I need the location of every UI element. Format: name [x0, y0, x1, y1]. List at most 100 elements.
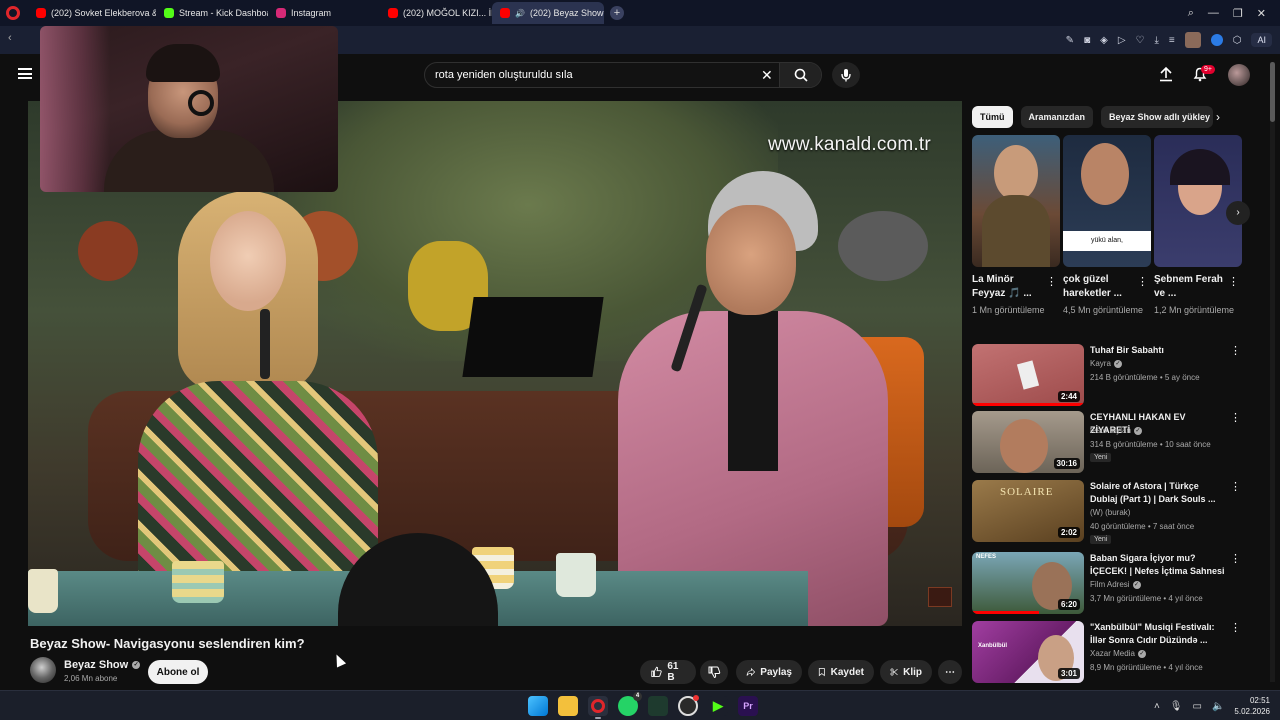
camera-icon[interactable]: ◙: [1084, 35, 1090, 46]
video-title[interactable]: "Xanbülbül" Musiqi Festivalı: İllər Sonr…: [1090, 621, 1228, 647]
video-thumbnail[interactable]: Xanbülbül 3:01: [972, 621, 1084, 683]
volume-icon[interactable]: 🔈: [1212, 701, 1224, 712]
display-icon[interactable]: ▭: [1193, 701, 1202, 712]
terminal-icon[interactable]: [648, 696, 668, 716]
video-channel-row[interactable]: testo taylan ✓: [1090, 426, 1142, 435]
browser-tab-active[interactable]: 🔊 (202) Beyaz Show- Na: [492, 2, 604, 24]
save-button[interactable]: Kaydet: [808, 660, 874, 684]
short-item[interactable]: yükü alan, çok güzel hareketler ... 4,5 …: [1063, 135, 1151, 317]
channel-name-row[interactable]: Beyaz Show ✓: [64, 659, 141, 671]
chevron-up-icon[interactable]: ˄: [1154, 701, 1160, 712]
browser-tab[interactable]: (202) Sovket Elekberova &: [28, 2, 156, 24]
recommended-video[interactable]: Xanbülbül 3:01 "Xanbülbül" Musiqi Festiv…: [972, 621, 1242, 685]
windows-start-icon[interactable]: [528, 696, 548, 716]
play-icon[interactable]: ▷: [1118, 35, 1126, 46]
video-channel[interactable]: Xazar Media: [1090, 649, 1135, 658]
video-channel-row[interactable]: Xazar Media ✓: [1090, 649, 1146, 658]
share-button[interactable]: Paylaş: [736, 660, 802, 684]
video-channel-row[interactable]: Film Adresi ✓: [1090, 580, 1141, 589]
premiere-pro-icon[interactable]: Pr: [738, 696, 758, 716]
short-item[interactable]: La Minör Feyyaz 🎵 ... 1 Mn görüntüleme ⋮: [972, 135, 1060, 317]
channel-avatar[interactable]: [30, 657, 56, 683]
video-channel-row[interactable]: Kayra ✓: [1090, 359, 1122, 368]
ai-button[interactable]: AI: [1251, 33, 1272, 47]
recommended-video[interactable]: SOLAIRE 2:02 Solaire of Astora | Türkçe …: [972, 480, 1242, 544]
video-channel[interactable]: Kayra: [1090, 359, 1111, 368]
video-channel[interactable]: testo taylan: [1090, 426, 1131, 435]
more-vertical-icon[interactable]: ⋮: [1230, 552, 1241, 565]
video-title[interactable]: Baban Sigara İçiyor mu? İÇECEK! | Nefes …: [1090, 552, 1228, 578]
short-thumbnail[interactable]: [972, 135, 1060, 267]
page-scrollbar[interactable]: [1270, 62, 1275, 682]
system-clock[interactable]: 02:51 5.02.2026: [1234, 695, 1270, 717]
chip-from-search[interactable]: Aramanızdan: [1020, 106, 1094, 128]
short-item[interactable]: Şebnem Ferah ve ... 1,2 Mn görüntüleme ⋮: [1154, 135, 1242, 317]
channel-name[interactable]: Beyaz Show: [64, 659, 128, 671]
hamburger-menu-icon[interactable]: [18, 68, 32, 79]
heart-icon[interactable]: ♡: [1136, 35, 1145, 46]
video-thumbnail[interactable]: SOLAIRE 2:02: [972, 480, 1084, 542]
scrollbar-thumb[interactable]: [1270, 62, 1275, 122]
whatsapp-icon[interactable]: 4: [618, 692, 642, 716]
more-vertical-icon[interactable]: ⋮: [1230, 480, 1241, 493]
more-vertical-icon[interactable]: ⋮: [1228, 275, 1239, 288]
clip-button[interactable]: Klip: [880, 660, 932, 684]
shield-icon[interactable]: ◈: [1100, 35, 1108, 46]
opera-browser-icon[interactable]: [588, 696, 608, 719]
video-thumbnail[interactable]: NEFES 6:20: [972, 552, 1084, 614]
opera-logo-icon[interactable]: [6, 6, 20, 20]
browser-tab[interactable]: Instagram: [268, 2, 380, 24]
back-icon[interactable]: ‹: [8, 32, 12, 44]
recommended-video[interactable]: 2:44 Tuhaf Bir Sabahtı Kayra ✓ 214 B görü…: [972, 344, 1242, 408]
subscribe-button[interactable]: Abone ol: [148, 660, 208, 684]
more-vertical-icon[interactable]: ⋮: [1046, 275, 1057, 288]
dislike-button[interactable]: [700, 660, 728, 684]
more-vertical-icon[interactable]: ⋮: [1230, 344, 1241, 357]
profile-avatar-icon[interactable]: [1184, 32, 1201, 48]
chevron-right-icon[interactable]: ›: [1216, 110, 1220, 124]
clear-search-icon[interactable]: ✕: [761, 67, 773, 84]
short-title[interactable]: çok güzel hareketler ...: [1063, 273, 1135, 301]
browser-tab[interactable]: (202) MOĞOL KIZI... İMKA: [380, 2, 492, 24]
chip-all[interactable]: Tümü: [972, 106, 1013, 128]
video-thumbnail[interactable]: 30:16: [972, 411, 1084, 473]
kick-app-icon[interactable]: ▶: [708, 696, 728, 716]
short-thumbnail[interactable]: yükü alan,: [1063, 135, 1151, 267]
voice-search-button[interactable]: [832, 62, 860, 88]
obs-icon[interactable]: [678, 695, 699, 716]
microphone-tray-icon[interactable]: 🎙: [1170, 701, 1183, 712]
extension-icon[interactable]: [1210, 34, 1223, 46]
chip-uploaded-by[interactable]: Beyaz Show adlı yükley: [1101, 106, 1214, 128]
minimize-icon[interactable]: —: [1208, 7, 1219, 19]
browser-tab[interactable]: Stream - Kick Dashboard: [156, 2, 268, 24]
short-title[interactable]: Şebnem Ferah ve ...: [1154, 273, 1226, 301]
more-vertical-icon[interactable]: ⋮: [1230, 411, 1241, 424]
search-button[interactable]: [779, 63, 821, 87]
video-channel-row[interactable]: (W) (burak): [1090, 508, 1130, 517]
recommended-video[interactable]: 30:16 CEYHANLI HAKAN EV ZİYARETİ testo t…: [972, 411, 1242, 475]
video-thumbnail[interactable]: 2:44: [972, 344, 1084, 406]
like-button[interactable]: 61 B: [640, 660, 696, 684]
more-vertical-icon[interactable]: ⋮: [1230, 621, 1241, 634]
cube-icon[interactable]: ⬡: [1233, 35, 1242, 46]
edit-icon[interactable]: ✎: [1066, 35, 1074, 46]
short-thumbnail[interactable]: [1154, 135, 1242, 267]
short-title[interactable]: La Minör Feyyaz 🎵 ...: [972, 273, 1044, 301]
more-vertical-icon[interactable]: ⋮: [1137, 275, 1148, 288]
menu-icon[interactable]: ≡: [1169, 35, 1175, 46]
new-tab-button[interactable]: +: [610, 6, 624, 20]
shorts-next-button[interactable]: ›: [1226, 201, 1250, 225]
file-explorer-icon[interactable]: [558, 696, 578, 716]
search-tabs-icon[interactable]: ⌕: [1188, 7, 1194, 20]
recommended-video[interactable]: NEFES 6:20 Baban Sigara İçiyor mu? İÇECE…: [972, 552, 1242, 616]
more-actions-button[interactable]: ⋯: [938, 660, 962, 684]
close-icon[interactable]: ✕: [1257, 7, 1266, 20]
video-channel[interactable]: Film Adresi: [1090, 580, 1130, 589]
upload-icon[interactable]: [1158, 66, 1174, 82]
account-avatar[interactable]: [1228, 64, 1250, 86]
search-input[interactable]: [435, 69, 755, 81]
download-icon[interactable]: ⤓: [1154, 35, 1158, 46]
maximize-icon[interactable]: ❐: [1233, 7, 1243, 20]
video-channel[interactable]: (W) (burak): [1090, 508, 1130, 517]
video-title[interactable]: Tuhaf Bir Sabahtı: [1090, 344, 1228, 357]
